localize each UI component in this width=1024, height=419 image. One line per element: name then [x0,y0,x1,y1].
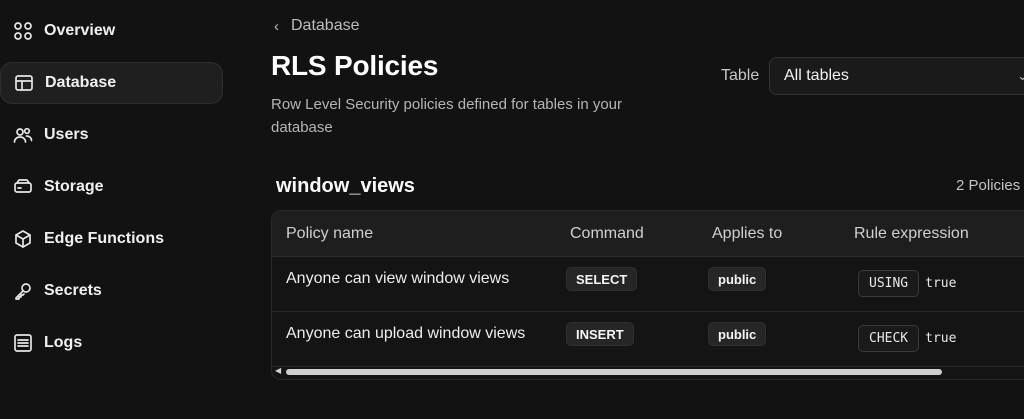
sidebar-item-label: Secrets [44,282,102,299]
policy-count: 2 Policies [956,177,1021,194]
breadcrumb-label: Database [291,17,360,34]
rule-expression: CHECK true [858,325,956,352]
page-subtitle: Row Level Security policies defined for … [271,96,623,136]
table-filter-label: Table [721,67,760,84]
cube-icon [12,228,34,250]
role-badge: public [708,322,767,346]
list-icon [12,332,34,354]
rule-keyword: CHECK [858,325,920,352]
rule-value: true [925,276,957,291]
users-icon [12,124,34,146]
sidebar-item-label: Users [44,126,89,143]
table-icon [13,72,35,94]
grid-icon [12,20,34,42]
command-badge: INSERT [566,322,634,346]
table-select[interactable]: All tables ⌄ [769,57,1024,95]
role-badge: public [708,267,767,291]
sidebar-item-storage[interactable]: Storage [0,166,223,208]
key-icon [12,280,34,302]
page-title: RLS Policies [271,50,439,81]
table-row[interactable]: Anyone can view window views SELECT publ… [272,257,1024,312]
sidebar-item-secrets[interactable]: Secrets [0,270,223,312]
policies-table: Policy name Command Applies to Rule expr… [271,210,1024,380]
chevron-down-icon: ⌄ [1017,68,1024,83]
policy-name: Anyone can view window views [286,270,510,287]
breadcrumb[interactable]: ‹ Database [274,17,360,35]
rule-value: true [925,331,957,346]
rule-keyword: USING [858,270,920,297]
sidebar-item-label: Edge Functions [44,230,164,247]
table-select-value: All tables [784,67,849,84]
sidebar-item-label: Database [45,74,117,91]
column-header-policy-name: Policy name [286,225,374,242]
policy-name: Anyone can upload window views [286,325,526,342]
command-badge: SELECT [566,267,638,291]
horizontal-scrollbar[interactable]: ◀ [272,364,1024,378]
sidebar-item-users[interactable]: Users [0,114,223,156]
rule-expression: USING true [858,270,956,297]
main-content: ‹ Database RLS Policies Row Level Securi… [232,0,1024,419]
sidebar: Overview Database Users Storage Edge Fun… [0,0,232,419]
column-header-rule-expression: Rule expression [854,225,969,242]
table-row[interactable]: Anyone can upload window views INSERT pu… [272,312,1024,367]
chevron-left-icon: ‹ [274,17,279,35]
table-header: Policy name Command Applies to Rule expr… [272,211,1024,257]
sidebar-item-logs[interactable]: Logs [0,322,223,364]
section-title: window_views [276,175,415,197]
column-header-command: Command [570,225,644,242]
sidebar-item-label: Overview [44,22,116,39]
sidebar-item-edge-functions[interactable]: Edge Functions [0,218,223,260]
sidebar-item-overview[interactable]: Overview [0,10,223,52]
scrollbar-thumb[interactable] [286,369,942,375]
sidebar-item-label: Storage [44,178,104,195]
sidebar-item-label: Logs [44,334,83,351]
sidebar-item-database[interactable]: Database [0,62,223,104]
column-header-applies-to: Applies to [712,225,783,242]
drive-icon [12,176,34,198]
scroll-left-icon[interactable]: ◀ [275,366,281,375]
